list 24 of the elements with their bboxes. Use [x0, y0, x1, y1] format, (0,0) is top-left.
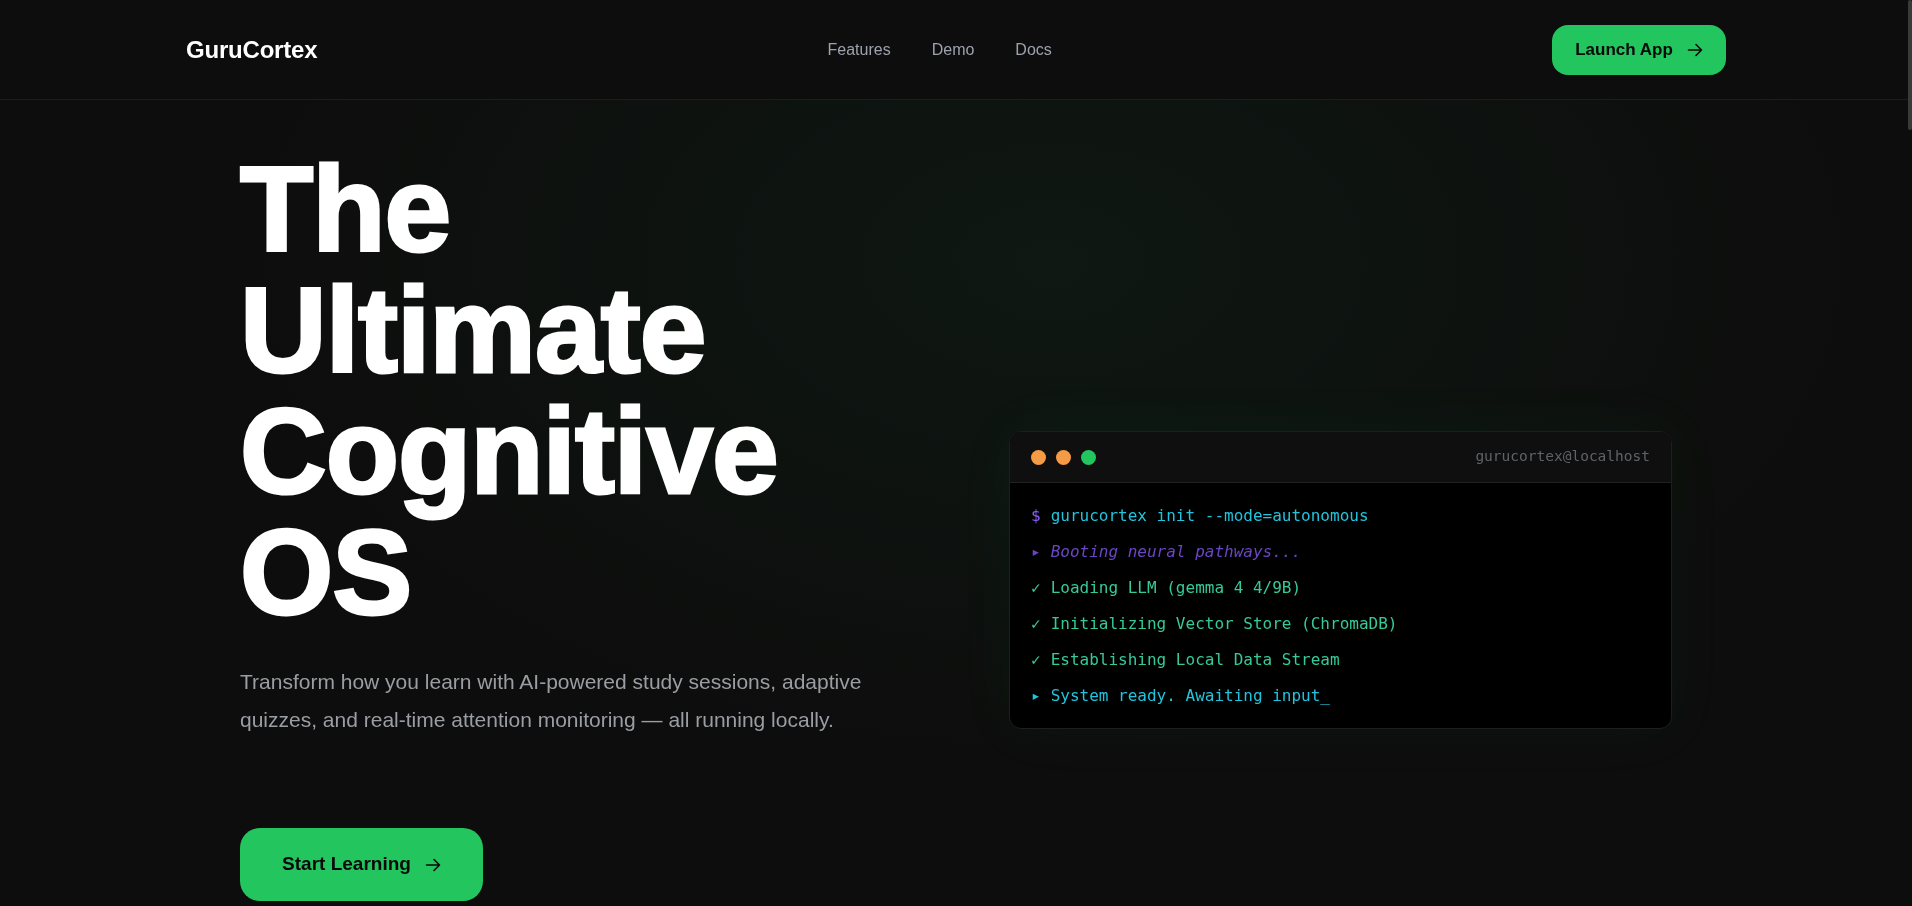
terminal-line: System ready. Awaiting input_ [1050, 685, 1330, 707]
start-learning-button[interactable]: Start Learning [240, 828, 483, 901]
terminal-line: gurucortex init --mode=autonomous [1050, 505, 1369, 527]
prompt-symbol: $ [1031, 505, 1041, 527]
terminal-line: Establishing Local Data Stream [1050, 649, 1340, 671]
terminal-line: Initializing Vector Store (ChromaDB) [1050, 613, 1398, 635]
terminal-host: gurucortex@localhost [1475, 447, 1650, 467]
terminal-line: Loading LLM (gemma 4 4/9B) [1050, 577, 1302, 599]
bullet-symbol: ▸ [1031, 685, 1041, 707]
scrollbar-thumb[interactable] [1908, 0, 1912, 130]
check-symbol: ✓ [1031, 613, 1041, 635]
bullet-symbol: ▸ [1031, 541, 1041, 563]
arrow-right-icon [424, 856, 441, 873]
nav-link[interactable]: Features [827, 37, 891, 62]
hero-subtitle: Transform how you learn with AI-powered study sessions, adaptive quizzes, and real-time attention monitoring — all running locally. [240, 669, 863, 733]
terminal-line: Booting neural pathways... [1050, 541, 1302, 563]
nav-link[interactable]: Demo [931, 37, 975, 62]
logo-text[interactable]: GuruCortex [186, 31, 318, 68]
nav-link[interactable]: Docs [1015, 37, 1052, 62]
hero-heading: The Ultimate Cognitive OS [240, 149, 779, 633]
launch-app-button[interactable]: Launch App [1552, 24, 1726, 75]
arrow-right-icon [1686, 41, 1703, 58]
check-symbol: ✓ [1031, 649, 1041, 671]
check-symbol: ✓ [1031, 577, 1041, 599]
